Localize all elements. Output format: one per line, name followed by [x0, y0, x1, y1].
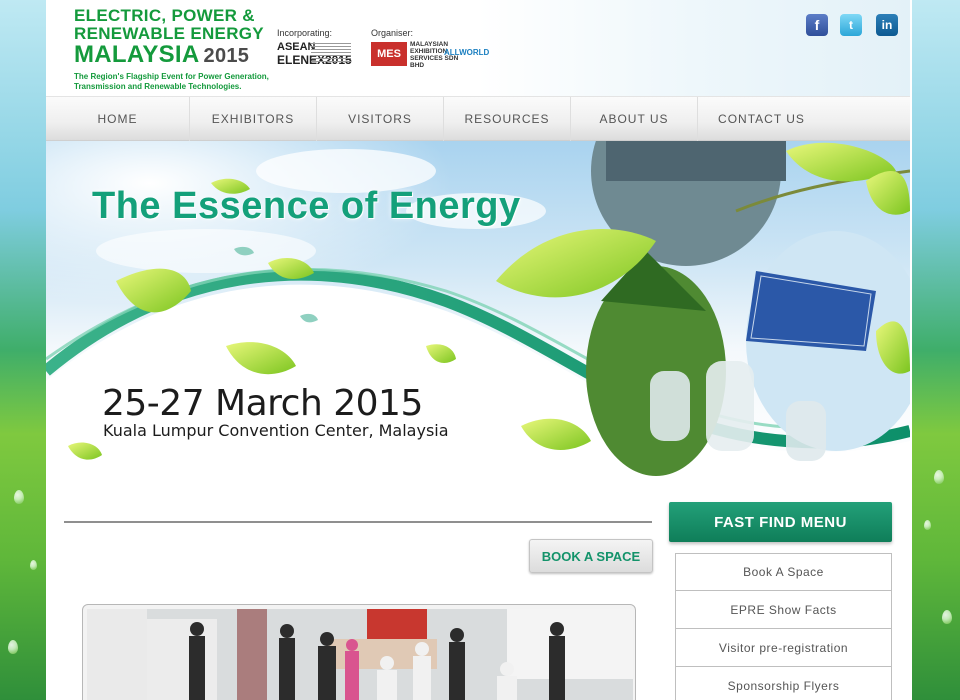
nav-home[interactable]: HOME: [46, 97, 190, 141]
logo-tagline: The Region's Flagship Event for Power Ge…: [74, 72, 269, 91]
logo-malaysia: MALAYSIA: [74, 41, 200, 68]
page-container: ELECTRIC, POWER & RENEWABLE ENERGY MALAY…: [46, 0, 910, 700]
site-header: ELECTRIC, POWER & RENEWABLE ENERGY MALAY…: [46, 0, 910, 96]
organiser-label: Organiser:: [371, 28, 414, 38]
linkedin-icon[interactable]: in: [876, 14, 898, 36]
nav-resources[interactable]: RESOURCES: [444, 97, 571, 141]
nav-contact-us[interactable]: CONTACT US: [698, 97, 825, 141]
book-a-space-button[interactable]: BOOK A SPACE: [529, 539, 653, 573]
right-background-decoration: [912, 0, 960, 700]
hero-banner: The Essence of Energy 25-27 March 2015 K…: [46, 141, 910, 493]
facebook-icon[interactable]: f: [806, 14, 828, 36]
event-venue: Kuala Lumpur Convention Center, Malaysia: [103, 421, 449, 440]
logo-line-1[interactable]: ELECTRIC, POWER &: [74, 7, 255, 25]
nav-about-us[interactable]: ABOUT US: [571, 97, 698, 141]
twitter-icon[interactable]: t: [840, 14, 862, 36]
event-date: 25-27 March 2015: [102, 383, 423, 424]
fast-find-heading: FAST FIND MENU: [669, 502, 892, 542]
main-navigation: HOME EXHIBITORS VISITORS RESOURCES ABOUT…: [46, 96, 910, 141]
content-divider: [64, 521, 652, 523]
left-background-decoration: [0, 0, 48, 700]
fast-find-menu: FAST FIND MENU Book A Space EPRE Show Fa…: [669, 502, 892, 700]
exhibition-photo[interactable]: [82, 604, 636, 700]
asean-elenex-logo[interactable]: ASEAN ELENEX2015: [277, 41, 353, 67]
allworld-logo[interactable]: ALLWORLD: [444, 48, 489, 57]
exhibition-photo-image: [87, 609, 633, 700]
logo-line-3[interactable]: MALAYSIA 2015: [74, 42, 249, 69]
fast-find-show-facts[interactable]: EPRE Show Facts: [675, 591, 892, 629]
mes-logo[interactable]: MES: [371, 42, 407, 66]
nav-visitors[interactable]: VISITORS: [317, 97, 444, 141]
asean-logo-top: ASEAN: [277, 41, 316, 53]
asean-logo-lines: [311, 43, 351, 63]
logo-year: 2015: [203, 45, 250, 67]
fast-find-sponsorship-flyers[interactable]: Sponsorship Flyers: [675, 667, 892, 700]
incorporating-label: Incorporating:: [277, 28, 333, 38]
fast-find-visitor-preregistration[interactable]: Visitor pre-registration: [675, 629, 892, 667]
nav-exhibitors[interactable]: EXHIBITORS: [190, 97, 317, 141]
fast-find-book-a-space[interactable]: Book A Space: [675, 553, 892, 591]
banner-title: The Essence of Energy: [92, 185, 521, 227]
